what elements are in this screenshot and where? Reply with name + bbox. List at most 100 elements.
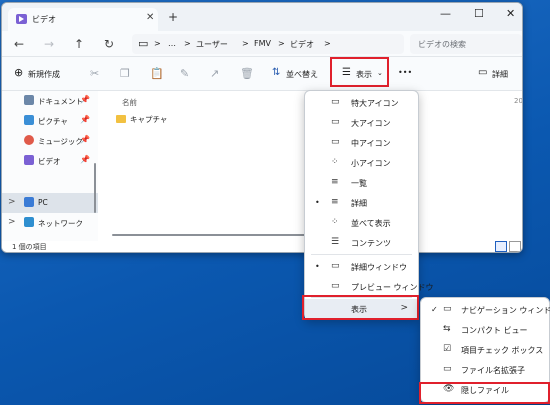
search-input[interactable]: ビデオの検索	[410, 34, 522, 54]
menu-item-label: 詳細ウィンドウ	[351, 263, 407, 272]
close-button[interactable]: ✕	[506, 7, 515, 20]
details-view-toggle[interactable]	[495, 241, 507, 252]
copy-icon[interactable]: ❐	[120, 67, 130, 80]
breadcrumb-separator: >	[242, 39, 249, 48]
menu-item-label: ナビゲーション ウィンドウ	[461, 306, 550, 315]
menu-item-details[interactable]: • ≡ 詳細	[305, 193, 418, 213]
menu-item-preview-pane[interactable]: ▭ プレビュー ウィンドウ	[305, 277, 434, 297]
menu-item-label: 大アイコン	[351, 119, 391, 128]
new-button[interactable]: 新規作成	[28, 69, 60, 80]
hidden-files-highlight	[419, 382, 550, 404]
documents-icon	[24, 95, 34, 105]
maximize-button[interactable]: ☐	[474, 7, 484, 20]
sidebar-item-pictures[interactable]: ピクチャ 📌	[2, 111, 98, 131]
paste-icon[interactable]: 📋	[150, 67, 164, 80]
tab-videos[interactable]: ビデオ ✕	[8, 8, 158, 31]
menu-item-item-check-boxes[interactable]: ☑ 項目チェック ボックス	[421, 340, 549, 360]
grid-icon: ⁘	[331, 157, 339, 167]
monitor-icon: ▭	[331, 97, 340, 107]
menu-item-label: 特大アイコン	[351, 99, 399, 108]
menu-item-content[interactable]: ☰ コンテンツ	[305, 233, 418, 253]
network-icon	[24, 217, 34, 227]
address-bar-row: ← → ↑ ↻ ▭ > … > ユーザー > FMV > ビデオ > ビデオの検…	[2, 31, 522, 57]
column-header-date: 20	[514, 97, 523, 105]
menu-item-label: 小アイコン	[351, 159, 391, 168]
back-arrow-icon[interactable]: ←	[14, 37, 24, 51]
breadcrumb-separator: >	[154, 39, 161, 48]
up-arrow-icon[interactable]: ↑	[74, 37, 84, 51]
checkbox-icon: ☑	[443, 344, 452, 354]
menu-item-medium-icons[interactable]: ▭ 中アイコン	[305, 133, 418, 153]
sidebar-item-label: ピクチャ	[38, 117, 68, 126]
menu-item-label: 中アイコン	[351, 139, 391, 148]
sidebar-item-music[interactable]: ミュージック 📌	[2, 131, 98, 151]
chevron-right-icon[interactable]: >	[8, 217, 16, 227]
address-field[interactable]: ▭ > … > ユーザー > FMV > ビデオ >	[132, 34, 404, 54]
menu-item-compact-view[interactable]: ⇆ コンパクト ビュー	[421, 320, 549, 340]
status-bar: 1 個の項目	[2, 241, 522, 252]
share-icon[interactable]: ↗	[210, 67, 219, 80]
details-button[interactable]: 詳細	[492, 69, 508, 80]
menu-item-file-extensions[interactable]: ▭ ファイル名拡張子	[421, 360, 549, 380]
details-pane-icon: ▭	[478, 67, 488, 78]
sidebar-scrollbar[interactable]	[94, 163, 96, 213]
file-extension-icon: ▭	[443, 364, 452, 374]
pin-icon: 📌	[80, 155, 90, 164]
minimize-button[interactable]: —	[440, 7, 451, 20]
sidebar-item-label: ドキュメント	[38, 97, 83, 106]
content-icon: ☰	[331, 237, 340, 247]
menu-item-details-pane[interactable]: • ▭ 詳細ウィンドウ	[305, 257, 418, 277]
new-icon: ⊕	[14, 66, 24, 79]
menu-item-small-icons[interactable]: ⁘ 小アイコン	[305, 153, 418, 173]
menu-item-tiles[interactable]: ⁘ 並べて表示	[305, 213, 418, 233]
tiles-view-toggle[interactable]	[509, 241, 521, 252]
command-bar: ⊕ 新規作成 ✂ ❐ 📋 ✎ ↗ 🗑 ⇅ 並べ替え ☰ 表示 ⌄ ••• ▭ 詳…	[2, 57, 522, 91]
new-tab-button[interactable]: +	[168, 10, 178, 24]
sidebar-item-documents[interactable]: ドキュメント 📌	[2, 91, 98, 111]
breadcrumb-users[interactable]: ユーザー	[196, 39, 228, 50]
sidebar-item-pc[interactable]: > PC	[2, 193, 98, 213]
sidebar-item-label: PC	[38, 198, 48, 207]
column-header-name[interactable]: 名前	[122, 97, 137, 108]
breadcrumb-fmv[interactable]: FMV	[254, 39, 271, 48]
pin-icon: 📌	[80, 95, 90, 104]
tab-close-icon[interactable]: ✕	[146, 12, 154, 23]
delete-icon[interactable]: 🗑	[240, 67, 254, 80]
menu-item-navigation-pane[interactable]: ✓ ▭ ナビゲーション ウィンドウ	[421, 300, 550, 320]
menu-item-list[interactable]: ≡ 一覧	[305, 173, 418, 193]
rename-icon[interactable]: ✎	[180, 67, 189, 80]
tiles-icon: ⁘	[331, 217, 339, 227]
list-icon: ≡	[331, 177, 339, 187]
selected-bullet-icon: •	[315, 262, 320, 271]
refresh-icon[interactable]: ↻	[104, 37, 114, 51]
menu-item-large-icons[interactable]: ▭ 大アイコン	[305, 113, 418, 133]
sidebar-item-label: ミュージック	[38, 137, 83, 146]
horizontal-scrollbar[interactable]	[112, 234, 312, 236]
sidebar-item-network[interactable]: > ネットワーク	[2, 213, 98, 233]
more-options-button[interactable]: •••	[398, 68, 412, 77]
pc-icon	[24, 197, 34, 207]
menu-item-extra-large-icons[interactable]: ▭ 特大アイコン	[305, 93, 418, 113]
breadcrumb-separator: >	[184, 39, 191, 48]
list-item-captures[interactable]: キャプチャ	[130, 114, 167, 125]
menu-item-label: コンパクト ビュー	[461, 326, 528, 335]
show-item-highlight	[302, 295, 419, 320]
chevron-right-icon[interactable]: >	[8, 197, 16, 207]
details-list-icon: ≡	[331, 197, 339, 207]
view-menu: ▭ 特大アイコン ▭ 大アイコン ▭ 中アイコン ⁘ 小アイコン ≡ 一覧 • …	[304, 90, 434, 320]
preview-pane-icon: ▭	[331, 281, 340, 291]
breadcrumb-videos[interactable]: ビデオ	[290, 39, 314, 50]
sidebar-item-videos[interactable]: ビデオ 📌	[2, 151, 98, 171]
breadcrumb-separator: >	[324, 39, 331, 48]
cut-icon[interactable]: ✂	[90, 67, 99, 80]
sort-button[interactable]: 並べ替え	[286, 69, 318, 80]
menu-item-label: ファイル名拡張子	[461, 366, 525, 375]
breadcrumb-overflow[interactable]: …	[168, 39, 176, 48]
check-icon: ✓	[431, 305, 438, 314]
menu-item-label: 一覧	[351, 179, 367, 188]
menu-item-label: プレビュー ウィンドウ	[351, 283, 434, 292]
forward-arrow-icon[interactable]: →	[44, 37, 54, 51]
menu-item-label: コンテンツ	[351, 239, 391, 248]
folder-icon	[116, 115, 126, 123]
monitor-icon: ▭	[331, 137, 340, 147]
